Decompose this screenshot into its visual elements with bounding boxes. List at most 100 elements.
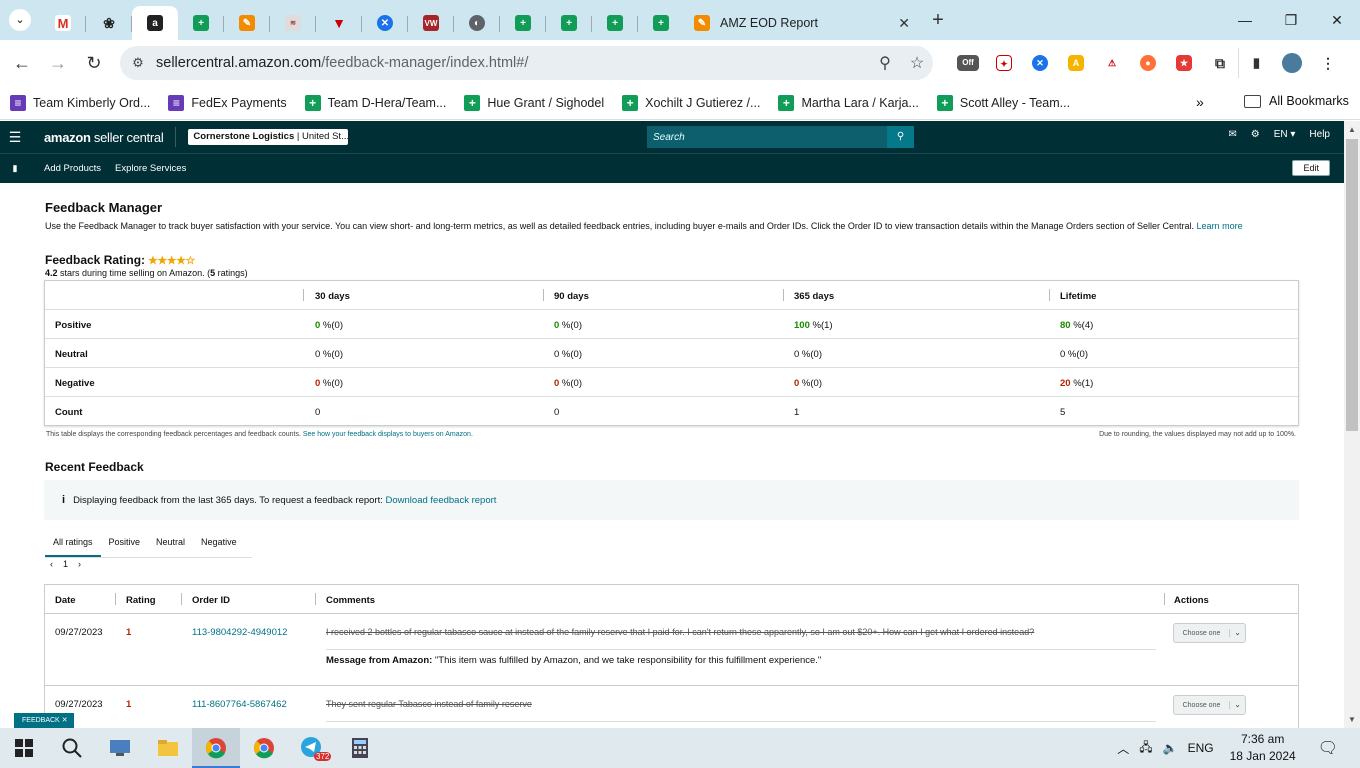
bookmark-item[interactable]: ≡ FedEx Payments bbox=[168, 94, 287, 111]
extension-icon[interactable]: ● bbox=[1130, 48, 1166, 78]
reload-icon[interactable]: ↻ bbox=[76, 45, 112, 81]
order-id-link[interactable]: 113-9804292-4949012 bbox=[192, 627, 287, 638]
browser-tab[interactable]: + bbox=[500, 7, 546, 39]
browser-tab[interactable]: + bbox=[592, 7, 638, 39]
bookmark-item[interactable]: + Martha Lara / Karja... bbox=[778, 94, 919, 111]
hamburger-menu-icon[interactable]: ☰ bbox=[0, 129, 30, 146]
extension-off-icon[interactable]: Off bbox=[950, 48, 986, 78]
network-icon[interactable]: 🖧 bbox=[1139, 738, 1152, 759]
prev-page-icon[interactable]: ‹ bbox=[50, 559, 53, 569]
system-tray: ︿ 🖧 🔈 ENG 7:36 am 18 Jan 2024 🗨 bbox=[1117, 728, 1360, 768]
extension-icon[interactable]: A bbox=[1058, 48, 1094, 78]
nav-explore-services[interactable]: Explore Services bbox=[115, 163, 186, 174]
order-id-link[interactable]: 111-8607764-5867462 bbox=[192, 699, 287, 710]
buyer-display-link[interactable]: See how your feedback displays to buyers… bbox=[303, 431, 473, 438]
calculator-icon[interactable] bbox=[336, 728, 384, 768]
browser-tab[interactable]: ✎ bbox=[224, 7, 270, 39]
more-bookmarks-icon[interactable]: » bbox=[1196, 94, 1204, 110]
feedback-widget-tab[interactable]: FEEDBACK ✕ bbox=[14, 713, 74, 728]
extension-icon[interactable]: ✦ bbox=[986, 48, 1022, 78]
extension-icon[interactable]: ★ bbox=[1166, 48, 1202, 78]
browser-tab-strip: ⌄ M ❀ a + ✎ ≋ ▼ ✕ VW ◐ + + + + ✎ AMZ EOD… bbox=[0, 0, 1360, 40]
bookmark-item[interactable]: + Scott Alley - Team... bbox=[936, 94, 1070, 111]
browser-tab[interactable]: ◐ bbox=[454, 7, 500, 39]
windows-start-icon[interactable] bbox=[0, 728, 48, 768]
browser-tab[interactable]: VW bbox=[408, 7, 454, 39]
close-window-icon[interactable]: ✕ bbox=[1314, 0, 1360, 40]
notification-badge: 372 bbox=[314, 752, 332, 761]
side-panel-icon[interactable]: ▮ bbox=[1238, 48, 1274, 78]
scrollbar-thumb[interactable] bbox=[1346, 139, 1358, 431]
search-input[interactable] bbox=[647, 126, 887, 148]
scroll-down-icon[interactable]: ▼ bbox=[1348, 715, 1356, 724]
bookmark-star-icon[interactable]: ☆ bbox=[901, 53, 933, 73]
menu-kebab-icon[interactable]: ⋮ bbox=[1310, 48, 1346, 78]
puzzle-icon[interactable]: ⧉ bbox=[1202, 48, 1238, 78]
scroll-up-icon[interactable]: ▲ bbox=[1348, 125, 1356, 134]
tab-search-button[interactable]: ⌄ bbox=[0, 0, 40, 40]
rounding-note: Due to rounding, the values displayed ma… bbox=[1099, 431, 1296, 438]
file-explorer-icon[interactable] bbox=[144, 728, 192, 768]
chrome-icon[interactable] bbox=[192, 728, 240, 768]
avatar[interactable] bbox=[1274, 48, 1310, 78]
browser-tab-eod-report[interactable]: ✎ AMZ EOD Report ✕ bbox=[684, 6, 920, 40]
search-icon[interactable]: ⚲ bbox=[887, 126, 914, 148]
close-icon[interactable]: ✕ bbox=[62, 717, 68, 724]
mail-icon[interactable]: ✉ bbox=[1228, 129, 1236, 140]
clock[interactable]: 7:36 am 18 Jan 2024 bbox=[1230, 731, 1296, 765]
browser-tab[interactable]: M bbox=[40, 7, 86, 39]
search-icon[interactable] bbox=[48, 728, 96, 768]
bookmark-icon[interactable]: ▮ bbox=[0, 163, 30, 174]
store-selector[interactable]: Cornerstone Logistics | United St... bbox=[188, 129, 349, 145]
tab-negative[interactable]: Negative bbox=[193, 529, 245, 557]
desktop-app-icon[interactable] bbox=[96, 728, 144, 768]
back-icon[interactable]: ← bbox=[4, 45, 40, 81]
edit-nav-button[interactable]: Edit bbox=[1292, 160, 1330, 176]
extension-icon[interactable]: ⚠ bbox=[1094, 48, 1130, 78]
language-indicator[interactable]: ENG bbox=[1188, 741, 1214, 755]
download-report-link[interactable]: Download feedback report bbox=[386, 495, 497, 506]
language-selector[interactable]: EN ▾ bbox=[1274, 129, 1296, 140]
browser-tab[interactable]: + bbox=[178, 7, 224, 39]
site-info-icon[interactable]: ⚙ bbox=[120, 55, 156, 71]
address-bar[interactable]: ⚙ sellercentral.amazon.com/feedback-mana… bbox=[120, 46, 933, 80]
url-text[interactable]: sellercentral.amazon.com/feedback-manage… bbox=[156, 55, 869, 71]
browser-tab[interactable]: ✕ bbox=[362, 7, 408, 39]
browser-tab[interactable]: ≋ bbox=[270, 7, 316, 39]
gear-icon[interactable]: ⚙ bbox=[1251, 129, 1260, 140]
browser-tab[interactable]: ❀ bbox=[86, 7, 132, 39]
all-bookmarks-button[interactable]: All Bookmarks bbox=[1244, 94, 1349, 108]
bookmark-item[interactable]: ≡ Team Kimberly Ord... bbox=[10, 94, 150, 111]
action-select[interactable]: Choose one ⌄ bbox=[1173, 695, 1246, 715]
seller-central-logo[interactable]: amazon seller central bbox=[44, 130, 164, 145]
bookmark-item[interactable]: + Hue Grant / Sighodel bbox=[464, 94, 604, 111]
browser-tab-active[interactable]: a bbox=[132, 6, 178, 40]
chrome-profile-icon[interactable] bbox=[240, 728, 288, 768]
close-tab-icon[interactable]: ✕ bbox=[898, 15, 910, 32]
next-page-icon[interactable]: › bbox=[78, 559, 81, 569]
tab-all-ratings[interactable]: All ratings bbox=[45, 529, 101, 557]
browser-tab[interactable]: + bbox=[638, 7, 684, 39]
telegram-icon[interactable]: 372 bbox=[288, 728, 336, 768]
new-tab-button[interactable]: + bbox=[920, 9, 956, 32]
bookmark-item[interactable]: + Xochilt J Gutierez /... bbox=[622, 94, 760, 111]
help-link[interactable]: Help bbox=[1309, 129, 1330, 140]
page-number[interactable]: 1 bbox=[63, 559, 68, 569]
minimize-icon[interactable]: — bbox=[1222, 0, 1268, 40]
tab-neutral[interactable]: Neutral bbox=[148, 529, 193, 557]
tab-positive[interactable]: Positive bbox=[101, 529, 149, 557]
extension-icon[interactable]: ✕ bbox=[1022, 48, 1058, 78]
forward-icon[interactable]: → bbox=[40, 45, 76, 81]
browser-tab[interactable]: ▼ bbox=[316, 7, 362, 39]
action-select[interactable]: Choose one ⌄ bbox=[1173, 623, 1246, 643]
nav-add-products[interactable]: Add Products bbox=[44, 163, 101, 174]
notification-icon[interactable]: 🗨 bbox=[1318, 738, 1338, 758]
learn-more-link[interactable]: Learn more bbox=[1197, 221, 1243, 231]
restore-icon[interactable]: ❐ bbox=[1268, 0, 1314, 40]
zoom-icon[interactable]: ⚲ bbox=[869, 53, 901, 73]
chevron-up-icon[interactable]: ︿ bbox=[1117, 740, 1129, 757]
volume-icon[interactable]: 🔈 bbox=[1163, 741, 1178, 755]
page-scrollbar[interactable]: ▲ ▼ bbox=[1344, 121, 1360, 728]
browser-tab[interactable]: + bbox=[546, 7, 592, 39]
bookmark-item[interactable]: + Team D-Hera/Team... bbox=[304, 94, 446, 111]
